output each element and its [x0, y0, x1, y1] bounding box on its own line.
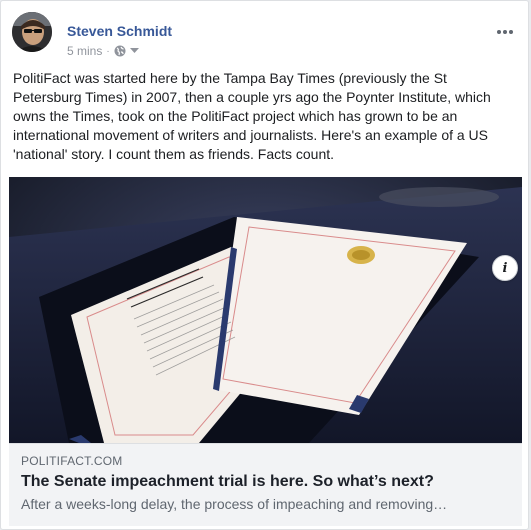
post-header: Steven Schmidt 5 mins · [12, 12, 517, 60]
avatar[interactable] [12, 12, 52, 52]
more-options-icon[interactable] [495, 22, 515, 34]
post-text: PolitiFact was started here by the Tampa… [13, 70, 491, 162]
meta-separator: · [106, 45, 110, 57]
chevron-down-icon[interactable] [129, 48, 139, 54]
feed-post: Steven Schmidt 5 mins · PolitiFact was s… [0, 0, 529, 530]
info-icon[interactable]: i [492, 255, 518, 281]
globe-icon[interactable] [114, 45, 126, 57]
link-preview-caption[interactable]: POLITIFACT.COM The Senate impeachment tr… [9, 443, 522, 526]
post-timestamp[interactable]: 5 mins [67, 44, 102, 58]
author-name[interactable]: Steven Schmidt [67, 23, 172, 39]
link-headline[interactable]: The Senate impeachment trial is here. So… [21, 473, 434, 491]
link-preview-image[interactable] [9, 177, 522, 443]
link-domain: POLITIFACT.COM [21, 454, 123, 468]
post-meta: 5 mins · [67, 44, 139, 58]
link-description: After a weeks-long delay, the process of… [21, 496, 448, 512]
